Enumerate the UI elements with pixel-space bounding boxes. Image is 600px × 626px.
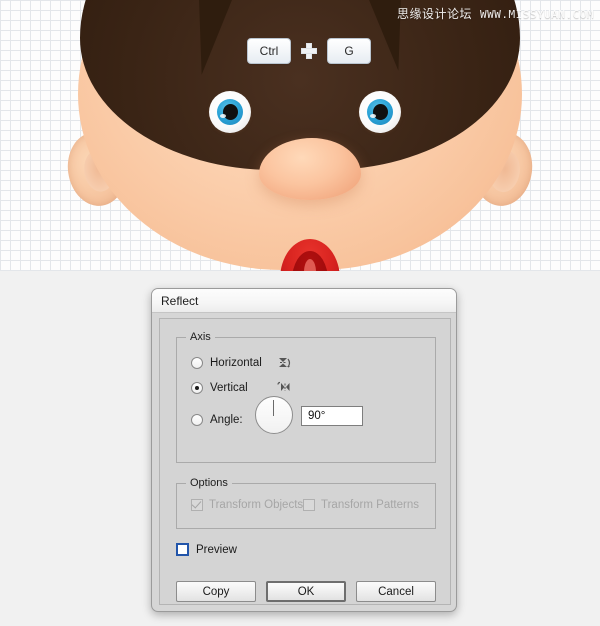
key-ctrl: Ctrl bbox=[247, 38, 291, 64]
options-group: Options Transform Objects Transform Patt… bbox=[176, 477, 436, 529]
cancel-button[interactable]: Cancel bbox=[356, 581, 436, 602]
copy-button[interactable]: Copy bbox=[176, 581, 256, 602]
eye-left bbox=[209, 91, 251, 133]
dialog-titlebar[interactable]: Reflect bbox=[152, 289, 456, 313]
radio-label-vertical: Vertical bbox=[210, 382, 248, 394]
checkbox-label-transform-objects: Transform Objects bbox=[209, 499, 304, 511]
hair-spike bbox=[198, 0, 244, 75]
eye-right bbox=[359, 91, 401, 133]
checkbox-label-preview: Preview bbox=[196, 543, 237, 556]
checkbox-transform-patterns bbox=[303, 499, 315, 511]
radio-row-angle[interactable]: Angle: bbox=[191, 414, 243, 426]
reflect-horizontal-icon bbox=[277, 355, 293, 376]
plus-icon bbox=[301, 43, 317, 59]
eye-glint-left bbox=[220, 114, 226, 118]
eye-glint-right bbox=[370, 114, 376, 118]
keyboard-shortcut-hint: Ctrl G bbox=[247, 38, 371, 64]
options-group-label: Options bbox=[186, 477, 232, 489]
illustration-canvas[interactable]: Ctrl G 思缘设计论坛 WWW.MISSYUAN.COM bbox=[0, 0, 600, 271]
checkbox-row-transform-patterns: Transform Patterns bbox=[303, 499, 419, 511]
reflect-dialog[interactable]: Reflect Axis Horizontal Vertical Angle: … bbox=[151, 288, 457, 612]
nose-shape bbox=[259, 138, 361, 200]
axis-group: Axis Horizontal Vertical Angle: 90° bbox=[176, 331, 436, 463]
iris-right bbox=[367, 99, 393, 125]
axis-group-label: Axis bbox=[186, 331, 215, 343]
ok-button[interactable]: OK bbox=[266, 581, 346, 602]
radio-horizontal[interactable] bbox=[191, 357, 203, 369]
iris-left bbox=[217, 99, 243, 125]
angle-input[interactable]: 90° bbox=[301, 406, 363, 426]
checkbox-transform-objects bbox=[191, 499, 203, 511]
watermark-chinese-text: 思缘设计论坛 bbox=[397, 7, 473, 21]
dialog-body: Axis Horizontal Vertical Angle: 90° Opti… bbox=[159, 318, 451, 605]
watermark-url-text: WWW.MISSYUAN.COM bbox=[480, 8, 594, 21]
radio-angle[interactable] bbox=[191, 414, 203, 426]
angle-dial-icon[interactable] bbox=[255, 396, 293, 434]
radio-row-horizontal[interactable]: Horizontal bbox=[191, 357, 262, 369]
checkbox-row-preview[interactable]: Preview bbox=[176, 543, 237, 556]
checkbox-row-transform-objects: Transform Objects bbox=[191, 499, 303, 511]
radio-label-horizontal: Horizontal bbox=[210, 357, 262, 369]
radio-row-vertical[interactable]: Vertical bbox=[191, 382, 248, 394]
key-g: G bbox=[327, 38, 371, 64]
dialog-title: Reflect bbox=[161, 293, 199, 308]
watermark: 思缘设计论坛 WWW.MISSYUAN.COM bbox=[397, 5, 594, 22]
dialog-button-row: Copy OK Cancel bbox=[176, 581, 436, 602]
radio-vertical[interactable] bbox=[191, 382, 203, 394]
checkbox-preview[interactable] bbox=[176, 543, 189, 556]
radio-label-angle: Angle: bbox=[210, 414, 243, 426]
checkbox-label-transform-patterns: Transform Patterns bbox=[321, 499, 419, 511]
pupil-right bbox=[373, 104, 388, 120]
pupil-left bbox=[223, 104, 238, 120]
